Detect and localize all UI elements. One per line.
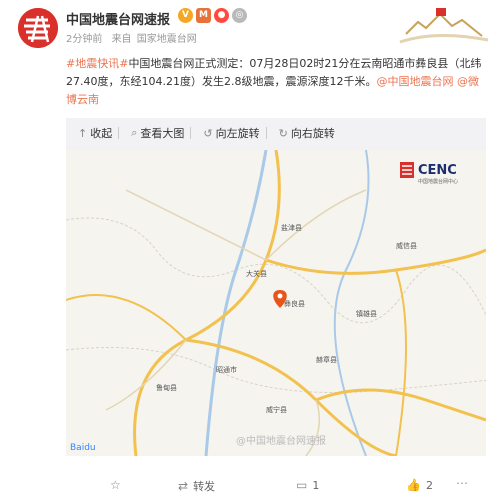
star-icon: ☆ [110, 478, 121, 492]
place-label-zhenxiong: 镇雄县 [356, 309, 377, 318]
collapse-button[interactable]: ↑ 收起 [78, 125, 112, 141]
like-count: 2 [425, 478, 433, 492]
place-label-weixin: 威信县 [396, 241, 417, 250]
member-icon[interactable]: M [196, 8, 211, 23]
earthquake-map[interactable]: 盐津县 大关县 彝良县 威信县 赫章县 镇雄县 昭通市 鲁甸县 威宁县 CENC… [66, 150, 486, 456]
place-label-ludian: 鲁甸县 [156, 383, 177, 392]
verified-icon: V [178, 8, 193, 23]
baidu-map-logo: Baidu [70, 443, 96, 453]
rotate-left-icon: ↺ [203, 126, 213, 140]
repost-button[interactable]: ⇄ 转发 [178, 478, 215, 494]
thumbs-up-icon: 👍 [406, 478, 421, 492]
header-decoration-image [399, 8, 489, 44]
toolbar-divider [190, 127, 192, 139]
mention-cenc-link[interactable]: @中国地震台网 [376, 75, 453, 88]
account-avatar[interactable] [18, 8, 58, 48]
hashtag-link[interactable]: #地震快讯# [66, 57, 128, 70]
rotate-left-button[interactable]: ↺ 向左旋转 [203, 125, 259, 141]
media-card: ↑ 收起 ⌕ 查看大图 ↺ 向左旋转 ↻ 向右旋转 盐津县 大关县 彝良县 威信… [66, 118, 486, 456]
cenc-logo-text: CENC [418, 163, 457, 178]
place-label-weining: 威宁县 [266, 405, 287, 414]
account-badges: V M ● ◎ [178, 8, 247, 23]
place-label-yanjin: 盐津县 [281, 223, 302, 232]
comment-count: 1 [312, 478, 320, 492]
favorite-button[interactable]: ☆ [110, 478, 126, 492]
cenc-logo-subtitle: 中国地震台网中心 [418, 178, 458, 185]
place-label-zhaotong: 昭通市 [216, 365, 237, 374]
post-time[interactable]: 2分钟前 [66, 34, 102, 45]
comment-button[interactable]: ▭ 1 [296, 478, 319, 492]
source-prefix: 来自 [111, 34, 132, 45]
zoom-icon: ⌕ [131, 126, 138, 139]
post-source[interactable]: 国家地震台网 [137, 34, 197, 45]
toolbar-divider [265, 127, 267, 139]
rotate-left-label: 向左旋转 [215, 127, 260, 140]
post-meta: 2分钟前 来自 国家地震台网 [66, 30, 197, 45]
toolbar-divider [118, 127, 120, 139]
place-label-hezhang: 赫章县 [316, 355, 337, 364]
collapse-icon: ↑ [78, 126, 88, 140]
more-options-icon[interactable]: ⋯ [456, 476, 478, 492]
place-label-yiliang: 彝良县 [284, 299, 305, 308]
media-toolbar: ↑ 收起 ⌕ 查看大图 ↺ 向左旋转 ↻ 向右旋转 [66, 118, 486, 148]
like-button[interactable]: 👍 2 [406, 478, 433, 492]
rotate-right-button[interactable]: ↻ 向右旋转 [279, 125, 335, 141]
comment-icon: ▭ [296, 478, 308, 492]
map-watermark: @中国地震台网速报 [236, 434, 326, 447]
repost-icon: ⇄ [178, 479, 189, 493]
account-name[interactable]: 中国地震台网速报 [66, 9, 170, 28]
collapse-label: 收起 [90, 127, 113, 140]
medal-icon[interactable]: ◎ [232, 8, 247, 23]
view-original-button[interactable]: ⌕ 查看大图 [131, 125, 184, 141]
post-text: #地震快讯#中国地震台网正式测定：07月28日02时21分在云南昭通市彝良县（北… [66, 55, 486, 109]
post-header: 中国地震台网速报 V M ● ◎ 2分钟前 来自 国家地震台网 [0, 0, 500, 58]
repost-label: 转发 [193, 480, 216, 493]
rotate-right-label: 向右旋转 [290, 127, 335, 140]
post-actions: ☆ ⇄ 转发 ▭ 1 👍 2 ⋯ [0, 470, 500, 500]
view-original-label: 查看大图 [140, 127, 185, 140]
place-label-daguan: 大关县 [246, 269, 267, 278]
hot-icon[interactable]: ● [214, 8, 229, 23]
rotate-right-icon: ↻ [278, 126, 288, 140]
